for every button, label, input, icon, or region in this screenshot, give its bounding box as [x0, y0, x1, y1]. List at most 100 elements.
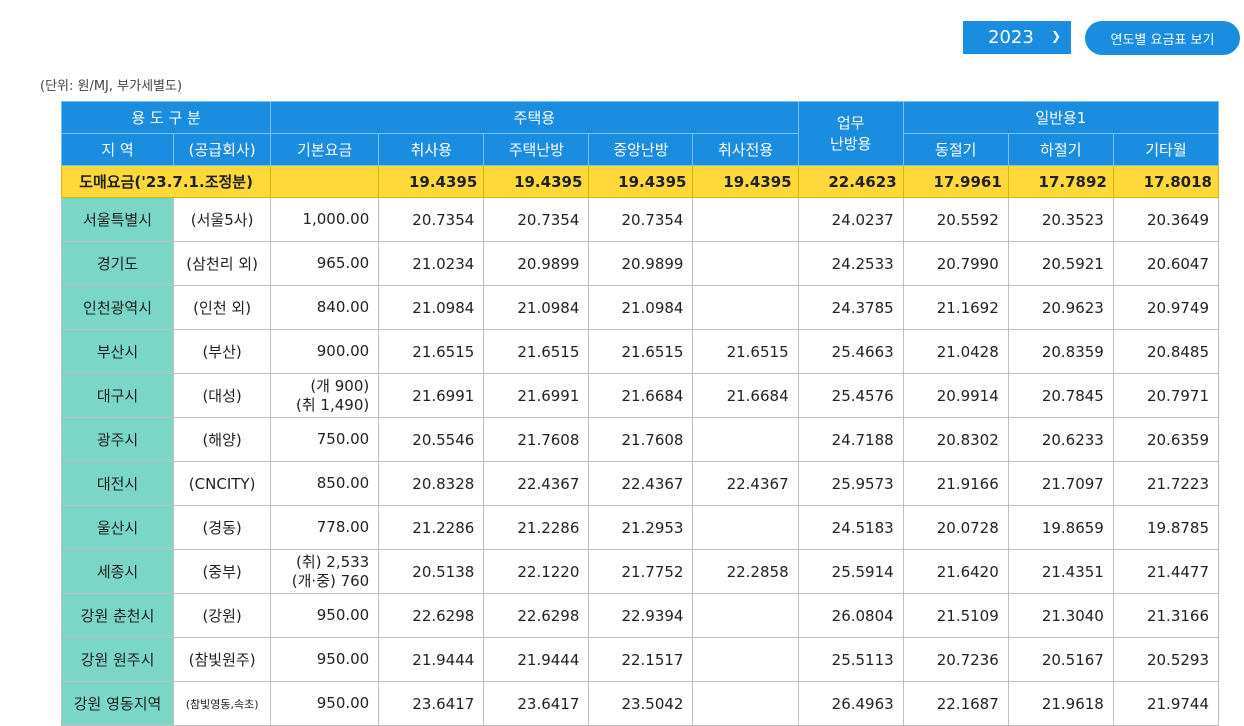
- base-fee-cell: 778.00: [270, 505, 380, 550]
- rate-cell: [692, 593, 799, 638]
- wholesale-cell: 19.4395: [692, 165, 799, 198]
- header-general1: 일반용1: [902, 101, 1220, 134]
- base-fee-line: 950.00: [316, 606, 370, 624]
- rate-cell: 25.4576: [797, 373, 904, 418]
- rate-cell: 25.9573: [797, 461, 904, 506]
- table-row: 세종시 (중부) (취) 2,533 (개·중) 760 20.5138 22.1220 2…: [60, 549, 1220, 594]
- supplier-cell: (참빛원주): [173, 637, 272, 682]
- base-fee-line: 750.00: [316, 430, 370, 448]
- rate-cell: 20.9749: [1112, 285, 1220, 330]
- rate-cell: 24.2533: [797, 241, 904, 286]
- rate-cell: 22.6298: [483, 593, 590, 638]
- region-cell: 강원 원주시: [60, 637, 175, 682]
- rate-cell: 21.0984: [588, 285, 694, 330]
- base-fee-cell: 840.00: [270, 285, 380, 330]
- rate-cell: 21.2953: [588, 505, 694, 550]
- rate-cell: 21.4477: [1112, 549, 1220, 594]
- wholesale-cell: 19.4395: [483, 165, 590, 198]
- supplier-cell: (해양): [173, 417, 272, 462]
- rate-cell: 21.6515: [588, 329, 694, 374]
- header-central-heating: 중앙난방: [588, 133, 694, 166]
- base-fee-line: 950.00: [316, 694, 370, 712]
- rate-cell: 24.3785: [797, 285, 904, 330]
- wholesale-label: 도매요금('23.7.1.조정분): [60, 165, 272, 198]
- header-business-heating: 업무 난방용: [797, 101, 904, 166]
- table-row: 강원 영동지역 (참빛영동,속초) 950.00 23.6417 23.6417 23.5…: [60, 681, 1220, 726]
- base-fee-line: 840.00: [316, 298, 370, 316]
- base-fee-cell: 900.00: [270, 329, 380, 374]
- rate-cell: 22.1220: [483, 549, 590, 594]
- table-row: 광주시 (해양) 750.00 20.5546 21.7608 21.7608 24.718…: [60, 417, 1220, 462]
- rate-cell: 20.7354: [483, 197, 590, 242]
- rate-cell: 20.5921: [1007, 241, 1114, 286]
- supplier-cell: (강원): [173, 593, 272, 638]
- rate-cell: 21.9444: [378, 637, 485, 682]
- base-fee-cell: (취) 2,533 (개·중) 760: [270, 549, 380, 594]
- region-cell: 강원 영동지역: [60, 681, 175, 726]
- rate-cell: [692, 241, 799, 286]
- region-cell: 울산시: [60, 505, 175, 550]
- rate-cell: 22.2858: [692, 549, 799, 594]
- table-row: 인천광역시 (인천 외) 840.00 21.0984 21.0984 21.0984 24…: [60, 285, 1220, 330]
- header-cooking: 취사용: [378, 133, 485, 166]
- rate-cell: 21.9444: [483, 637, 590, 682]
- rate-cell: 20.9623: [1007, 285, 1114, 330]
- rate-cell: 26.4963: [797, 681, 904, 726]
- rate-cell: 24.7188: [797, 417, 904, 462]
- year-select[interactable]: 2023 ❯: [963, 21, 1071, 54]
- rate-cell: 23.6417: [483, 681, 590, 726]
- base-fee-line: (취 1,490): [296, 395, 370, 414]
- wholesale-cell: 17.7892: [1007, 165, 1114, 198]
- rate-cell: [692, 681, 799, 726]
- base-fee-line: (개 900): [310, 376, 370, 395]
- header-region: 지 역: [60, 133, 175, 166]
- rate-cell: 20.7845: [1007, 373, 1114, 418]
- base-fee-cell: 950.00: [270, 637, 380, 682]
- region-cell: 경기도: [60, 241, 175, 286]
- base-fee-cell: 1,000.00: [270, 197, 380, 242]
- header-cooking-only: 취사전용: [692, 133, 799, 166]
- rate-cell: 20.7971: [1112, 373, 1220, 418]
- base-fee-cell: 950.00: [270, 593, 380, 638]
- supplier-cell: (삼천리 외): [173, 241, 272, 286]
- header-base-fee: 기본요금: [270, 133, 380, 166]
- rate-cell: 20.8359: [1007, 329, 1114, 374]
- rate-cell: 21.5109: [902, 593, 1009, 638]
- rate-cell: [692, 505, 799, 550]
- rate-cell: 19.8785: [1112, 505, 1220, 550]
- rate-cell: 25.5113: [797, 637, 904, 682]
- table-row: 대구시 (대성) (개 900) (취 1,490) 21.6991 21.6991 21.…: [60, 373, 1220, 418]
- rate-cell: 20.5293: [1112, 637, 1220, 682]
- header-residential: 주택용: [270, 101, 799, 134]
- rate-cell: 21.0428: [902, 329, 1009, 374]
- table-row: 서울특별시 (서울5사) 1,000.00 20.7354 20.7354 20.7354…: [60, 197, 1220, 242]
- rate-cell: 20.7236: [902, 637, 1009, 682]
- base-fee-cell: (개 900) (취 1,490): [270, 373, 380, 418]
- base-fee-line: 965.00: [316, 254, 370, 272]
- region-cell: 부산시: [60, 329, 175, 374]
- rate-cell: 19.8659: [1007, 505, 1114, 550]
- header-usage-type: 용 도 구 분: [60, 101, 272, 134]
- rate-cell: [692, 417, 799, 462]
- rate-cell: 21.0234: [378, 241, 485, 286]
- rate-cell: 22.4367: [483, 461, 590, 506]
- base-fee-line: 900.00: [316, 342, 370, 360]
- rate-cell: 26.0804: [797, 593, 904, 638]
- rate-cell: 21.6515: [692, 329, 799, 374]
- header-supplier: (공급회사): [173, 133, 272, 166]
- rate-cell: 21.7608: [588, 417, 694, 462]
- table-row: 울산시 (경동) 778.00 21.2286 21.2286 21.2953 24.518…: [60, 505, 1220, 550]
- rate-cell: 23.5042: [588, 681, 694, 726]
- view-yearly-rates-button[interactable]: 연도별 요금표 보기: [1085, 21, 1240, 55]
- rate-cell: 21.6684: [692, 373, 799, 418]
- rate-cell: 21.7097: [1007, 461, 1114, 506]
- rate-cell: 20.3649: [1112, 197, 1220, 242]
- table-row: 대전시 (CNCITY) 850.00 20.8328 22.4367 22.4367 22…: [60, 461, 1220, 506]
- wholesale-cell: 22.4623: [797, 165, 904, 198]
- rate-cell: 21.9744: [1112, 681, 1220, 726]
- rate-cell: 20.6047: [1112, 241, 1220, 286]
- wholesale-cell: 17.8018: [1112, 165, 1220, 198]
- header-summer: 하절기: [1007, 133, 1114, 166]
- rate-cell: 20.9899: [483, 241, 590, 286]
- supplier-cell: (중부): [173, 549, 272, 594]
